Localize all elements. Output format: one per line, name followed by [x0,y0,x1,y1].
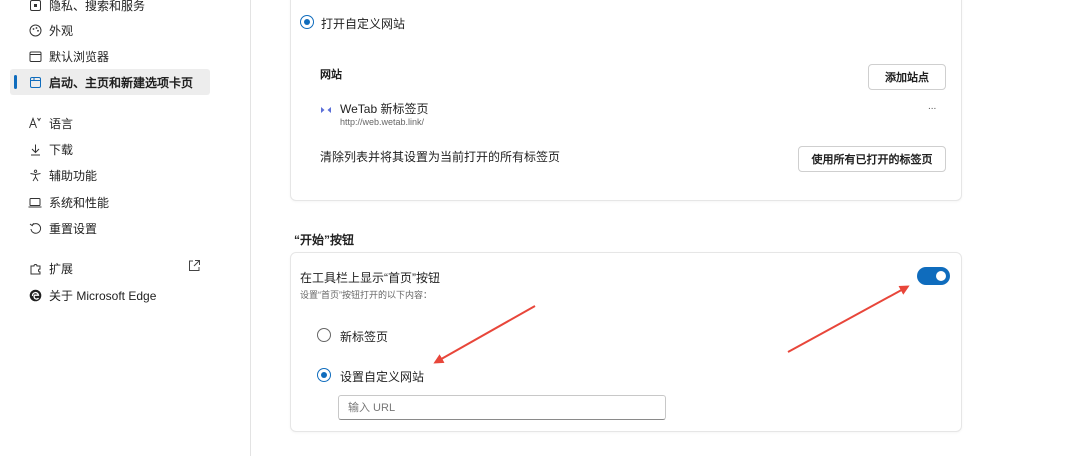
use-open-tabs-button[interactable]: 使用所有已打开的标签页 [798,146,946,172]
site-title: WeTab 新标签页 [340,102,429,116]
sidebar-item-label: 外观 [49,23,74,38]
sidebar-item-label: 重置设置 [49,221,98,236]
home-button-sub-label: 设置“首页”按钮打开的以下内容： [300,290,432,300]
sidebar-item-language[interactable]: 语言 [10,110,210,136]
sidebar-item-extensions[interactable]: 扩展 [10,255,210,281]
lock-icon [28,0,42,12]
sidebar-item-label: 语言 [49,116,74,131]
sites-heading: 网站 [320,69,342,81]
language-icon [28,116,42,130]
sidebar-item-default-browser[interactable]: 默认浏览器 [10,43,210,69]
sidebar-item-label: 隐私、搜索和服务 [49,0,146,13]
edge-logo-icon [28,288,42,302]
new-tab-radio[interactable] [317,328,331,342]
show-home-button-label: 在工具栏上显示“首页”按钮 [300,271,440,285]
custom-site-label: 设置自定义网站 [340,370,425,384]
sidebar-item-startup[interactable]: 启动、主页和新建选项卡页 [10,69,210,95]
sidebar-item-system[interactable]: 系统和性能 [10,189,210,215]
start-tabs-icon [28,75,42,89]
sidebar-item-label: 默认浏览器 [49,49,110,64]
wetab-site-icon [320,102,332,120]
sidebar-item-label: 启动、主页和新建选项卡页 [49,75,194,90]
download-icon [28,142,42,156]
extensions-icon [28,261,42,275]
reset-icon [28,221,42,235]
external-link-icon[interactable] [187,259,201,273]
sidebar-item-label: 关于 Microsoft Edge [49,288,157,303]
add-site-button[interactable]: 添加站点 [868,64,946,90]
laptop-icon [28,195,42,209]
sidebar-item-about[interactable]: 关于 Microsoft Edge [10,282,210,308]
home-button-section-title: “开始”按钮 [294,233,355,247]
palette-icon [28,23,42,37]
sidebar-item-label: 辅助功能 [49,168,98,183]
site-more-button[interactable]: ... [928,101,936,112]
sidebar-item-accessibility[interactable]: 辅助功能 [10,162,210,188]
sidebar-item-downloads[interactable]: 下载 [10,136,210,162]
open-custom-label: 打开自定义网站 [321,17,406,31]
new-tab-label: 新标签页 [340,330,389,344]
sidebar-item-privacy[interactable]: 隐私、搜索和服务 [10,0,210,18]
sidebar-item-label: 系统和性能 [49,195,110,210]
sidebar-item-label: 扩展 [49,261,74,276]
sidebar-item-reset[interactable]: 重置设置 [10,215,210,241]
browser-icon [28,49,42,63]
accessibility-icon [28,168,42,182]
home-url-input[interactable] [338,395,666,420]
open-custom-radio[interactable] [300,15,314,29]
site-url: http://web.wetab.link/ [340,117,425,127]
sidebar-item-appearance[interactable]: 外观 [10,17,210,43]
sidebar-item-label: 下载 [49,142,74,157]
custom-site-radio[interactable] [317,368,331,382]
clear-list-text: 清除列表并将其设置为当前打开的所有标签页 [320,150,561,164]
show-home-button-toggle[interactable] [917,267,950,285]
settings-sidebar: 隐私、搜索和服务 外观 默认浏览器 启动、主页和新建选项卡页 语言 下载 辅助功… [0,0,251,456]
